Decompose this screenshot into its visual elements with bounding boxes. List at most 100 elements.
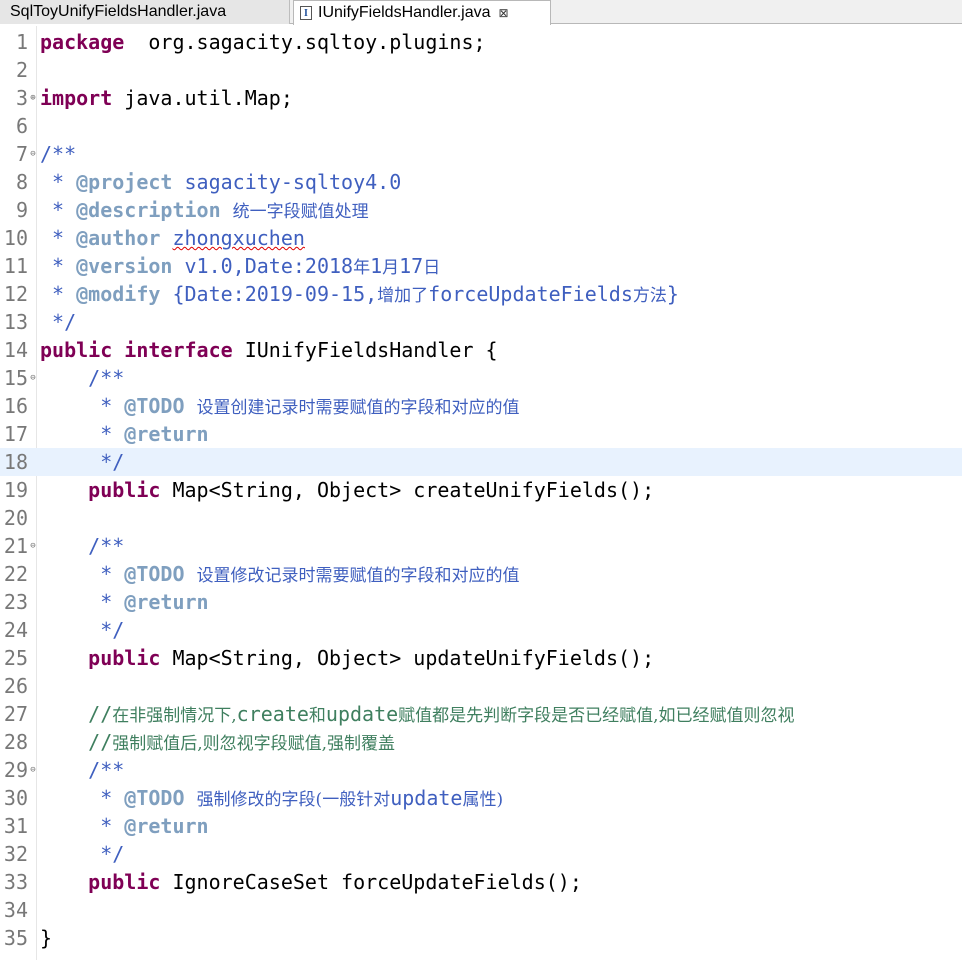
code-line[interactable]: 7 ⊖/** bbox=[0, 140, 962, 168]
code-line[interactable]: 10 * @author zhongxuchen bbox=[0, 224, 962, 252]
code-line[interactable]: 31 * @return bbox=[0, 812, 962, 840]
code-line[interactable]: 25 public Map<String, Object> updateUnif… bbox=[0, 644, 962, 672]
code-line[interactable]: 24 */ bbox=[0, 616, 962, 644]
line-number: 14 bbox=[3, 338, 28, 362]
collapse-fold-icon[interactable]: ⊖ bbox=[29, 542, 37, 551]
code-token: import bbox=[40, 86, 113, 110]
line-number: 1 bbox=[15, 30, 28, 54]
code-line[interactable]: 3 ⊕ import java.util.Map; bbox=[0, 84, 962, 112]
code-line[interactable]: 2 bbox=[0, 56, 962, 84]
code-line[interactable]: 23 * @return bbox=[0, 588, 962, 616]
code-line[interactable]: 21 ⊖ /** bbox=[0, 532, 962, 560]
code-line[interactable]: 16 * @TODO 设置创建记录时需要赋值的字段和对应的值 bbox=[0, 392, 962, 420]
code-line[interactable]: 27 //在非强制情况下,create和update赋值都是先判断字段是否已经赋… bbox=[0, 700, 962, 728]
code-line[interactable]: 13 */ bbox=[0, 308, 962, 336]
code-line[interactable]: 22 * @TODO 设置修改记录时需要赋值的字段和对应的值 bbox=[0, 560, 962, 588]
code-token: * bbox=[40, 254, 77, 278]
code-token: * bbox=[40, 590, 125, 614]
code-line[interactable]: 32 */ bbox=[0, 840, 962, 868]
code-token: 日 bbox=[423, 258, 441, 278]
code-text: } bbox=[40, 924, 52, 952]
code-line[interactable]: 15 ⊖ /** bbox=[0, 364, 962, 392]
collapse-fold-icon[interactable]: ⊖ bbox=[29, 766, 37, 775]
code-line[interactable]: 11 * @version v1.0,Date:2018年1月17日 bbox=[0, 252, 962, 280]
line-number: 24 bbox=[3, 618, 28, 642]
code-line[interactable]: 30 * @TODO 强制修改的字段(一般针对update属性) bbox=[0, 784, 962, 812]
expand-fold-icon[interactable]: ⊕ bbox=[29, 94, 37, 103]
code-line[interactable]: 19 public Map<String, Object> createUnif… bbox=[0, 476, 962, 504]
code-token: 设置创建记录时需要赋值的字段和对应的值 bbox=[196, 398, 520, 418]
line-number: 27 bbox=[3, 702, 28, 726]
code-line[interactable]: 12 * @modify {Date:2019-09-15,增加了forceUp… bbox=[0, 280, 962, 308]
code-token: create bbox=[236, 702, 309, 726]
code-line[interactable]: 29 ⊖ /** bbox=[0, 756, 962, 784]
code-text: public Map<String, Object> createUnifyFi… bbox=[40, 476, 654, 504]
code-text: import java.util.Map; bbox=[40, 84, 293, 112]
code-token: update bbox=[390, 786, 463, 810]
code-line[interactable]: 6 bbox=[0, 112, 962, 140]
code-token: */ bbox=[40, 450, 125, 474]
code-token: @return bbox=[124, 590, 209, 614]
code-token: // bbox=[40, 702, 113, 726]
line-number: 29 bbox=[3, 758, 28, 782]
code-token: public bbox=[88, 646, 161, 670]
code-text: * @modify {Date:2019-09-15,增加了forceUpdat… bbox=[40, 280, 679, 310]
code-line[interactable]: 20 bbox=[0, 504, 962, 532]
line-number: 3 bbox=[15, 86, 28, 110]
code-token: 强制赋值后,则忽视字段赋值,强制覆盖 bbox=[112, 734, 396, 754]
tab-sqltoy-unify-fields-handler[interactable]: SqlToyUnifyFieldsHandler.java bbox=[0, 0, 290, 24]
code-line[interactable]: 1 package org.sagacity.sqltoy.plugins; bbox=[0, 28, 962, 56]
code-token: @TODO bbox=[124, 562, 185, 586]
line-number: 21 bbox=[3, 534, 28, 558]
code-line[interactable]: 17 * @return bbox=[0, 420, 962, 448]
line-number: 31 bbox=[3, 814, 28, 838]
code-line[interactable]: 9 * @description 统一字段赋值处理 bbox=[0, 196, 962, 224]
code-text: * @project sagacity-sqltoy4.0 bbox=[40, 168, 401, 196]
code-line[interactable]: 18 */ bbox=[0, 448, 962, 476]
code-token: @author bbox=[76, 226, 161, 250]
line-number: 23 bbox=[3, 590, 28, 614]
code-token: 17 bbox=[399, 254, 424, 278]
code-token: package bbox=[40, 30, 125, 54]
code-token: 强制修改的字段(一般针对 bbox=[196, 790, 391, 810]
code-text: //在非强制情况下,create和update赋值都是先判断字段是否已经赋值,如… bbox=[40, 700, 795, 730]
line-number: 11 bbox=[3, 254, 28, 278]
line-number: 18 bbox=[3, 450, 28, 474]
tab-iunify-fields-handler[interactable]: I IUnifyFieldsHandler.java ⊠ bbox=[293, 0, 551, 25]
line-number: 17 bbox=[3, 422, 28, 446]
code-text: * @version v1.0,Date:2018年1月17日 bbox=[40, 252, 440, 282]
close-tab-icon[interactable]: ⊠ bbox=[499, 6, 509, 20]
collapse-fold-icon[interactable]: ⊖ bbox=[29, 374, 37, 383]
code-token: @modify bbox=[76, 282, 161, 306]
line-number: 2 bbox=[15, 58, 28, 82]
line-number: 34 bbox=[3, 898, 28, 922]
code-line[interactable]: 26 bbox=[0, 672, 962, 700]
tab-title: SqlToyUnifyFieldsHandler.java bbox=[10, 3, 227, 20]
code-line[interactable]: 35} bbox=[0, 924, 962, 952]
code-token: update bbox=[325, 702, 399, 726]
code-token: 方法 bbox=[632, 286, 667, 306]
code-editor[interactable]: 1 package org.sagacity.sqltoy.plugins; 2 3 ⊕… bbox=[0, 26, 962, 960]
code-token: 年 bbox=[353, 258, 371, 278]
code-token: */ bbox=[40, 618, 125, 642]
code-line[interactable]: 34 bbox=[0, 896, 962, 924]
code-line[interactable]: 8 * @project sagacity-sqltoy4.0 bbox=[0, 168, 962, 196]
code-line[interactable]: 14 public interface IUnifyFieldsHandler { bbox=[0, 336, 962, 364]
line-number: 16 bbox=[3, 394, 28, 418]
line-number: 8 bbox=[15, 170, 28, 194]
collapse-fold-icon[interactable]: ⊖ bbox=[29, 150, 37, 159]
code-token: 在非强制情况下, bbox=[112, 706, 237, 726]
code-token: @version bbox=[76, 254, 173, 278]
code-line[interactable]: 28 //强制赋值后,则忽视字段赋值,强制覆盖 bbox=[0, 728, 962, 756]
code-token: 赋值都是先判断字段是否已经赋值,如已经赋值则忽视 bbox=[398, 706, 795, 726]
line-number: 25 bbox=[3, 646, 28, 670]
code-text: * @return bbox=[40, 420, 208, 448]
code-line[interactable]: 33 public IgnoreCaseSet forceUpdateField… bbox=[0, 868, 962, 896]
code-text: */ bbox=[40, 840, 124, 868]
code-text: public IgnoreCaseSet forceUpdateFields()… bbox=[40, 868, 582, 896]
code-token: @TODO bbox=[124, 786, 185, 810]
line-number: 7 bbox=[15, 142, 28, 166]
